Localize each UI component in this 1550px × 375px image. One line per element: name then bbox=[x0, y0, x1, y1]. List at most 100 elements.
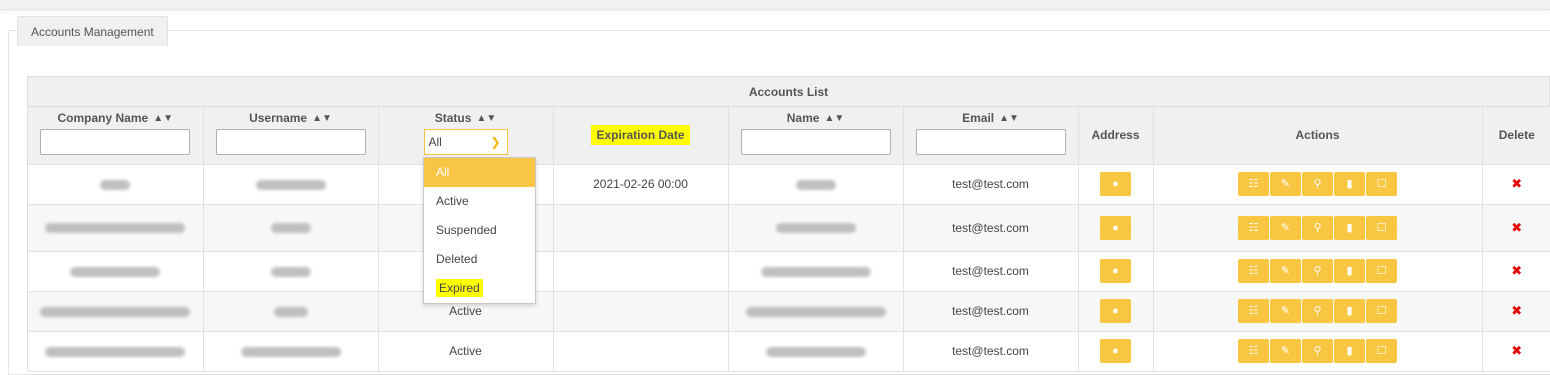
key-icon[interactable]: ⚲ bbox=[1302, 172, 1333, 196]
map-marker-icon[interactable]: ● bbox=[1100, 259, 1131, 283]
id-card-icon[interactable]: ☷ bbox=[1238, 215, 1269, 240]
unlock-icon[interactable]: ☐ bbox=[1366, 259, 1397, 283]
col-label: Expiration Date bbox=[591, 125, 690, 146]
expiration-cell bbox=[552, 250, 729, 292]
sort-icon[interactable]: ▲▼ bbox=[153, 113, 173, 124]
redacted-text bbox=[775, 223, 856, 234]
email-cell: test@test.com bbox=[902, 290, 1079, 332]
edit-icon[interactable]: ✎ bbox=[1270, 299, 1301, 323]
delete-cell: ✖ bbox=[1481, 250, 1550, 292]
unlock-icon[interactable]: ☐ bbox=[1366, 299, 1397, 323]
redacted-text bbox=[70, 266, 161, 277]
name-cell bbox=[727, 250, 904, 292]
sort-icon[interactable]: ▲▼ bbox=[312, 113, 332, 124]
username-cell bbox=[202, 203, 379, 252]
table-row: test@test.com ● ☷ ✎ ⚲ ▮ ☐ ✖ bbox=[28, 250, 1550, 292]
delete-cell: ✖ bbox=[1481, 330, 1550, 372]
sort-icon[interactable]: ▲▼ bbox=[999, 113, 1019, 124]
col-address: Address bbox=[1077, 107, 1154, 165]
username-filter-input[interactable] bbox=[215, 129, 366, 156]
edit-icon[interactable]: ✎ bbox=[1270, 215, 1301, 240]
key-icon[interactable]: ⚲ bbox=[1302, 339, 1333, 363]
col-label: Company Name bbox=[57, 111, 149, 126]
unlock-icon[interactable]: ☐ bbox=[1366, 215, 1397, 240]
expiration-cell bbox=[552, 330, 729, 372]
edit-icon[interactable]: ✎ bbox=[1270, 259, 1301, 283]
redacted-text bbox=[745, 306, 886, 317]
mobile-icon[interactable]: ▮ bbox=[1334, 172, 1365, 196]
id-card-icon[interactable]: ☷ bbox=[1238, 172, 1269, 196]
name-cell bbox=[727, 330, 904, 372]
unlock-icon[interactable]: ☐ bbox=[1366, 172, 1397, 196]
close-icon[interactable]: ✖ bbox=[1511, 303, 1522, 318]
id-card-icon[interactable]: ☷ bbox=[1238, 259, 1269, 283]
option-label: All bbox=[436, 165, 450, 179]
status-cell: Active bbox=[377, 330, 554, 372]
username-cell bbox=[202, 163, 379, 205]
mobile-icon[interactable]: ▮ bbox=[1334, 339, 1365, 363]
mobile-icon[interactable]: ▮ bbox=[1334, 299, 1365, 323]
unlock-icon[interactable]: ☐ bbox=[1366, 339, 1397, 363]
status-option-all[interactable]: All bbox=[424, 158, 535, 187]
actions-cell: ☷ ✎ ⚲ ▮ ☐ bbox=[1152, 163, 1483, 205]
actions-cell: ☷ ✎ ⚲ ▮ ☐ bbox=[1152, 250, 1483, 292]
edit-icon[interactable]: ✎ bbox=[1270, 339, 1301, 363]
map-marker-icon[interactable]: ● bbox=[1100, 299, 1131, 323]
email-cell: test@test.com bbox=[902, 330, 1079, 372]
close-icon[interactable]: ✖ bbox=[1511, 176, 1522, 191]
status-option-deleted[interactable]: Deleted bbox=[424, 245, 535, 274]
map-marker-icon[interactable]: ● bbox=[1100, 339, 1131, 363]
redacted-text bbox=[240, 346, 341, 357]
email-filter-input[interactable] bbox=[915, 129, 1066, 156]
mobile-icon[interactable]: ▮ bbox=[1334, 259, 1365, 283]
redacted-text bbox=[255, 179, 326, 190]
table-row: Active test@test.com ● ☷ ✎ ⚲ ▮ ☐ ✖ bbox=[28, 330, 1550, 372]
id-card-icon[interactable]: ☷ bbox=[1238, 299, 1269, 323]
col-label: Status bbox=[434, 111, 472, 126]
delete-cell: ✖ bbox=[1481, 290, 1550, 332]
status-option-suspended[interactable]: Suspended bbox=[424, 216, 535, 245]
redacted-text bbox=[100, 179, 131, 190]
sort-icon[interactable]: ▲▼ bbox=[824, 113, 844, 124]
redacted-text bbox=[270, 266, 311, 277]
address-cell: ● bbox=[1077, 250, 1154, 292]
close-icon[interactable]: ✖ bbox=[1511, 220, 1522, 235]
name-filter-input[interactable] bbox=[740, 129, 891, 156]
col-company-name[interactable]: Company Name ▲▼ bbox=[28, 107, 204, 165]
key-icon[interactable]: ⚲ bbox=[1302, 299, 1333, 323]
col-name[interactable]: Name ▲▼ bbox=[727, 107, 904, 165]
status-filter-select[interactable]: All ❯ bbox=[423, 129, 508, 156]
edit-icon[interactable]: ✎ bbox=[1270, 172, 1301, 196]
close-icon[interactable]: ✖ bbox=[1511, 263, 1522, 278]
company-filter-input[interactable] bbox=[40, 129, 191, 156]
key-icon[interactable]: ⚲ bbox=[1302, 259, 1333, 283]
actions-cell: ☷ ✎ ⚲ ▮ ☐ bbox=[1152, 203, 1483, 252]
username-cell bbox=[202, 250, 379, 292]
mobile-icon[interactable]: ▮ bbox=[1334, 215, 1365, 240]
top-bar bbox=[0, 0, 1550, 10]
panel-tab[interactable]: Accounts Management bbox=[17, 16, 168, 46]
expiration-cell bbox=[552, 290, 729, 332]
table-row: Active test@test.com ● ☷ ✎ ⚲ ▮ ☐ ✖ bbox=[28, 290, 1550, 332]
col-label: Username bbox=[249, 111, 308, 126]
map-marker-icon[interactable]: ● bbox=[1100, 172, 1131, 196]
key-icon[interactable]: ⚲ bbox=[1302, 215, 1333, 240]
id-card-icon[interactable]: ☷ bbox=[1238, 339, 1269, 363]
status-option-active[interactable]: Active bbox=[424, 187, 535, 216]
status-filter-value: All bbox=[428, 135, 442, 150]
status-option-expired[interactable]: Expired bbox=[424, 274, 535, 303]
sort-icon[interactable]: ▲▼ bbox=[476, 113, 496, 124]
option-label: Suspended bbox=[436, 223, 497, 237]
address-cell: ● bbox=[1077, 163, 1154, 205]
col-username[interactable]: Username ▲▼ bbox=[202, 107, 379, 165]
map-marker-icon[interactable]: ● bbox=[1100, 215, 1131, 240]
col-email[interactable]: Email ▲▼ bbox=[902, 107, 1079, 165]
col-status[interactable]: Status ▲▼ All ❯ bbox=[377, 107, 554, 165]
company-cell bbox=[28, 250, 204, 292]
actions-cell: ☷ ✎ ⚲ ▮ ☐ bbox=[1152, 290, 1483, 332]
redacted-text bbox=[765, 346, 866, 357]
close-icon[interactable]: ✖ bbox=[1511, 343, 1522, 358]
chevron-down-icon: ❯ bbox=[490, 135, 501, 150]
list-title: Accounts List bbox=[28, 77, 1549, 107]
email-cell: test@test.com bbox=[902, 163, 1079, 205]
